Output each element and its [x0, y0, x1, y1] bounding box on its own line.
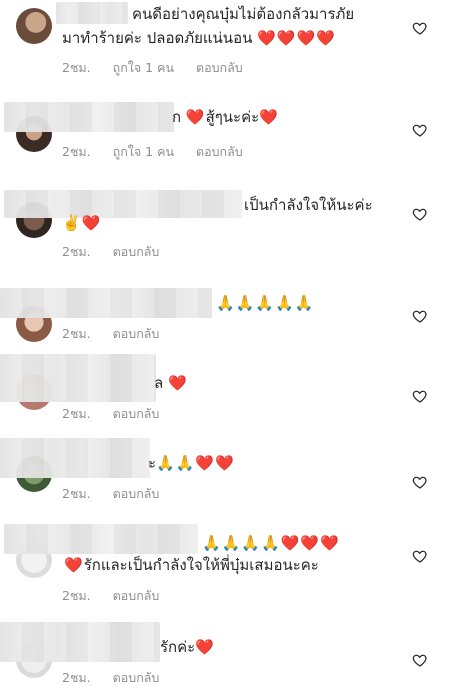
- heart-outline-icon[interactable]: [412, 122, 428, 138]
- reply-button[interactable]: ตอบกลับ: [113, 326, 160, 341]
- comment-time: 2ชม.: [62, 326, 91, 341]
- like-count[interactable]: ถูกใจ 1 คน: [113, 60, 174, 75]
- comment-text: ❤️รักและเป็นกำลังใจให้พี่บุ๋มเสมอนะคะ: [64, 556, 319, 574]
- redacted-username: [4, 190, 242, 218]
- reply-button[interactable]: ตอบกลับ: [113, 486, 160, 501]
- like-count[interactable]: ถูกใจ 1 คน: [113, 144, 174, 159]
- redacted-username: [4, 524, 198, 554]
- comment-text: คนดีอย่างคุณบุ๋มไม่ต้องกลัวมารภัย: [132, 5, 355, 23]
- heart-outline-icon[interactable]: [412, 388, 428, 404]
- reply-button[interactable]: ตอบกลับ: [113, 244, 160, 259]
- comment-text: ล ❤️: [154, 374, 188, 392]
- heart-outline-icon[interactable]: [412, 652, 428, 668]
- pray-emoji: 🙏🙏🙏🙏🙏: [216, 294, 315, 312]
- redacted-username: [0, 354, 156, 402]
- comment-time: 2ชม.: [62, 588, 91, 603]
- redacted-username: [0, 622, 160, 662]
- redacted-username: [0, 438, 150, 478]
- reply-button[interactable]: ตอบกลับ: [196, 144, 243, 159]
- pray-heart-emoji: 🙏🙏🙏🙏❤️❤️❤️: [202, 534, 340, 552]
- comment-meta: 2ชม. ตอบกลับ: [62, 586, 177, 606]
- comment-time: 2ชม.: [62, 144, 91, 159]
- reply-button[interactable]: ตอบกลับ: [113, 406, 160, 421]
- heart-outline-icon[interactable]: [412, 548, 428, 564]
- heart-emoji: ❤️: [167, 374, 188, 392]
- comment-meta: 2ชม. ตอบกลับ: [62, 668, 177, 688]
- heart-outline-icon[interactable]: [412, 206, 428, 222]
- heart-emoji: ✌️❤️: [62, 214, 102, 232]
- comment-time: 2ชม.: [62, 60, 91, 75]
- heart-outline-icon[interactable]: [412, 20, 428, 36]
- heart-emoji: ❤️: [64, 556, 84, 574]
- heart-emoji: ❤️: [259, 108, 279, 126]
- comment-text: รักค่ะ❤️: [160, 638, 215, 656]
- reply-button[interactable]: ตอบกลับ: [196, 60, 243, 75]
- comment-meta: 2ชม. ถูกใจ 1 คน ตอบกลับ: [62, 58, 261, 78]
- comment-meta: 2ชม. ถูกใจ 1 คน ตอบกลับ: [62, 142, 261, 162]
- comment-time: 2ชม.: [62, 486, 91, 501]
- heart-emoji: ❤️: [195, 638, 215, 656]
- comment-text: ก ❤️สู้ๆนะค่ะ❤️: [172, 108, 279, 126]
- pray-heart-emoji: 🙏🙏❤️❤️: [156, 454, 235, 472]
- avatar[interactable]: [16, 8, 52, 44]
- comment-time: 2ชม.: [62, 670, 91, 685]
- heart-emoji: ❤️❤️❤️❤️: [257, 29, 336, 47]
- comment-meta: 2ชม. ตอบกลับ: [62, 242, 177, 262]
- heart-outline-icon[interactable]: [412, 308, 428, 324]
- comment-text: ะ🙏🙏❤️❤️: [148, 454, 235, 472]
- reply-button[interactable]: ตอบกลับ: [113, 670, 160, 685]
- comment-text: เป็นกำลังใจให้นะค่ะ: [244, 196, 373, 214]
- comment-time: 2ชม.: [62, 406, 91, 421]
- comment-text: มาทำร้ายค่ะ ปลอดภัยแน่นอน ❤️❤️❤️❤️: [62, 29, 336, 47]
- comment-time: 2ชม.: [62, 244, 91, 259]
- heart-outline-icon[interactable]: [412, 474, 428, 490]
- redacted-username: [0, 288, 212, 318]
- comment-meta: 2ชม. ตอบกลับ: [62, 404, 177, 424]
- redacted-username: [4, 102, 174, 132]
- comment-meta: 2ชม. ตอบกลับ: [62, 324, 177, 344]
- heart-emoji: ❤️: [185, 108, 206, 126]
- comment-meta: 2ชม. ตอบกลับ: [62, 484, 177, 504]
- reply-button[interactable]: ตอบกลับ: [113, 588, 160, 603]
- redacted-username: [56, 2, 128, 24]
